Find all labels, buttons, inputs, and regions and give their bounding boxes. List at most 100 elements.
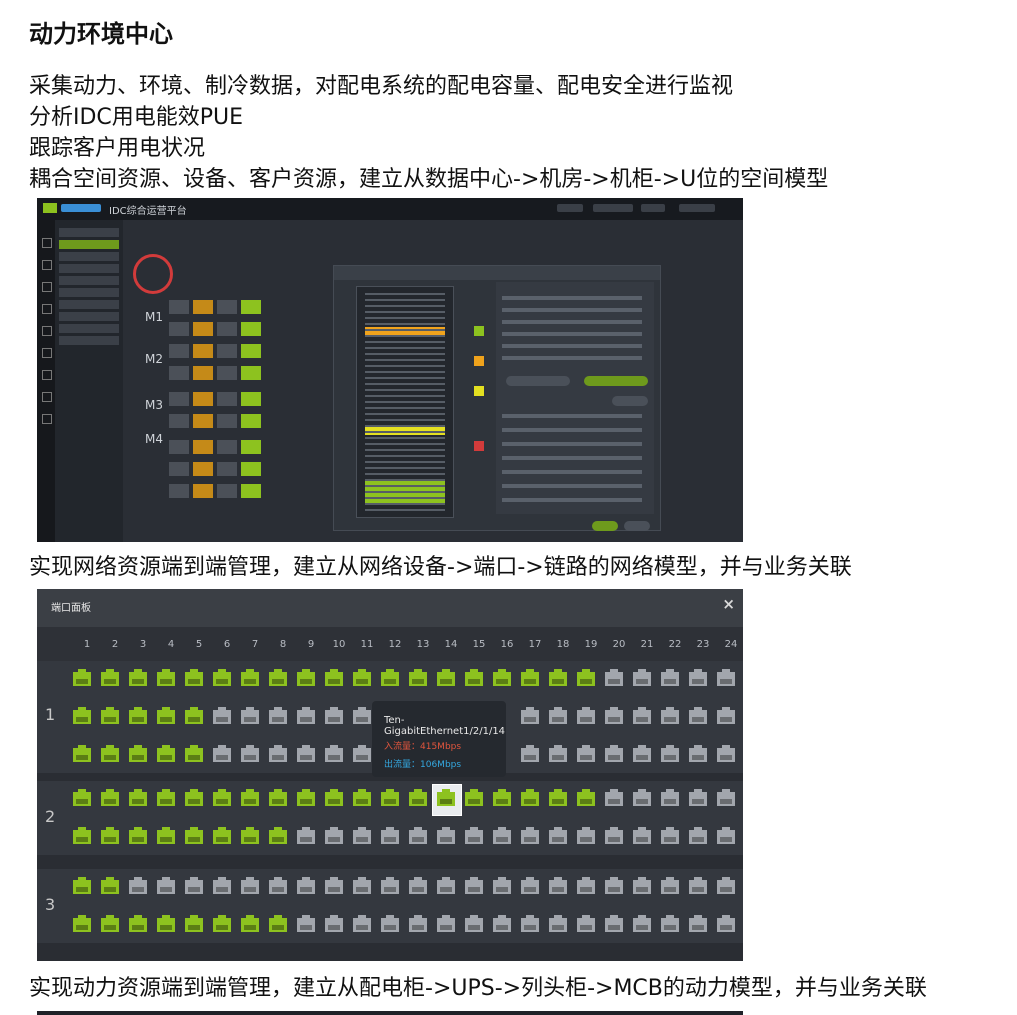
port-icon[interactable]	[325, 707, 343, 724]
port-icon[interactable]	[521, 707, 539, 724]
cabinet-cell[interactable]	[169, 366, 189, 380]
cabinet-cell[interactable]	[169, 440, 189, 454]
port-icon[interactable]	[73, 745, 91, 762]
cabinet-cell[interactable]	[169, 484, 189, 498]
port-icon[interactable]	[549, 877, 567, 894]
port-icon[interactable]	[353, 745, 371, 762]
port-icon[interactable]	[493, 827, 511, 844]
port-icon[interactable]	[185, 669, 203, 686]
cabinet-cell[interactable]	[241, 366, 261, 380]
nav-item[interactable]	[59, 228, 119, 237]
cabinet-cell[interactable]	[193, 300, 213, 314]
alarm-menu[interactable]	[557, 204, 583, 212]
calendar-icon[interactable]	[42, 392, 52, 402]
nav-item-active[interactable]	[59, 240, 119, 249]
port-icon[interactable]	[157, 745, 175, 762]
port-icon[interactable]	[437, 789, 455, 806]
port-icon[interactable]	[633, 877, 651, 894]
port-icon[interactable]	[297, 669, 315, 686]
port-icon[interactable]	[269, 745, 287, 762]
port-icon[interactable]	[73, 827, 91, 844]
port-icon[interactable]	[437, 877, 455, 894]
cabinet-cell[interactable]	[193, 322, 213, 336]
port-icon[interactable]	[381, 789, 399, 806]
port-icon[interactable]	[577, 669, 595, 686]
port-icon[interactable]	[577, 827, 595, 844]
port-icon[interactable]	[605, 745, 623, 762]
port-icon[interactable]	[661, 877, 679, 894]
port-icon[interactable]	[157, 827, 175, 844]
cabinet-cell[interactable]	[217, 366, 237, 380]
port-icon[interactable]	[689, 669, 707, 686]
port-icon[interactable]	[241, 745, 259, 762]
port-icon[interactable]	[577, 915, 595, 932]
port-icon[interactable]	[577, 745, 595, 762]
settings-icon[interactable]	[42, 348, 52, 358]
port-icon[interactable]	[437, 827, 455, 844]
server-icon[interactable]	[42, 326, 52, 336]
port-icon[interactable]	[73, 877, 91, 894]
cabinet-cell[interactable]	[217, 300, 237, 314]
port-icon[interactable]	[213, 789, 231, 806]
port-icon[interactable]	[241, 827, 259, 844]
port-icon[interactable]	[269, 827, 287, 844]
port-icon[interactable]	[101, 789, 119, 806]
port-icon[interactable]	[269, 789, 287, 806]
port-icon[interactable]	[689, 707, 707, 724]
cabinet-cell[interactable]	[217, 484, 237, 498]
port-icon[interactable]	[549, 745, 567, 762]
port-icon[interactable]	[241, 669, 259, 686]
port-icon[interactable]	[213, 877, 231, 894]
port-icon[interactable]	[325, 827, 343, 844]
port-icon[interactable]	[605, 877, 623, 894]
port-icon[interactable]	[689, 789, 707, 806]
port-icon[interactable]	[213, 745, 231, 762]
cabinet-cell[interactable]	[193, 414, 213, 428]
port-icon[interactable]	[101, 669, 119, 686]
cabinet-cell[interactable]	[193, 344, 213, 358]
port-icon[interactable]	[157, 789, 175, 806]
port-icon[interactable]	[409, 877, 427, 894]
port-icon[interactable]	[269, 669, 287, 686]
port-icon[interactable]	[185, 745, 203, 762]
port-icon[interactable]	[325, 669, 343, 686]
port-icon[interactable]	[549, 707, 567, 724]
globe-icon[interactable]	[42, 282, 52, 292]
port-icon[interactable]	[493, 877, 511, 894]
cabinet-cell[interactable]	[217, 392, 237, 406]
port-icon[interactable]	[297, 745, 315, 762]
port-icon[interactable]	[549, 827, 567, 844]
port-icon[interactable]	[185, 707, 203, 724]
home-icon[interactable]	[42, 238, 52, 248]
port-icon[interactable]	[353, 877, 371, 894]
down-shelf-button[interactable]	[584, 376, 648, 386]
port-icon[interactable]	[409, 789, 427, 806]
port-icon[interactable]	[353, 669, 371, 686]
port-icon[interactable]	[353, 827, 371, 844]
port-icon[interactable]	[157, 707, 175, 724]
port-icon[interactable]	[129, 745, 147, 762]
cabinet-cell[interactable]	[241, 344, 261, 358]
port-icon[interactable]	[157, 669, 175, 686]
port-icon[interactable]	[129, 789, 147, 806]
port-icon[interactable]	[297, 915, 315, 932]
nav-item[interactable]	[59, 324, 119, 333]
port-icon[interactable]	[129, 707, 147, 724]
port-icon[interactable]	[353, 915, 371, 932]
port-icon[interactable]	[409, 827, 427, 844]
cloud-icon[interactable]	[42, 414, 52, 424]
port-icon[interactable]	[185, 915, 203, 932]
port-icon[interactable]	[325, 745, 343, 762]
cabinet-cell[interactable]	[217, 440, 237, 454]
port-icon[interactable]	[129, 877, 147, 894]
port-icon[interactable]	[661, 745, 679, 762]
port-icon[interactable]	[269, 915, 287, 932]
port-icon[interactable]	[213, 707, 231, 724]
port-icon[interactable]	[157, 915, 175, 932]
port-icon[interactable]	[717, 669, 735, 686]
port-icon[interactable]	[409, 915, 427, 932]
port-icon[interactable]	[297, 707, 315, 724]
port-icon[interactable]	[101, 877, 119, 894]
port-icon[interactable]	[521, 915, 539, 932]
port-icon[interactable]	[661, 669, 679, 686]
